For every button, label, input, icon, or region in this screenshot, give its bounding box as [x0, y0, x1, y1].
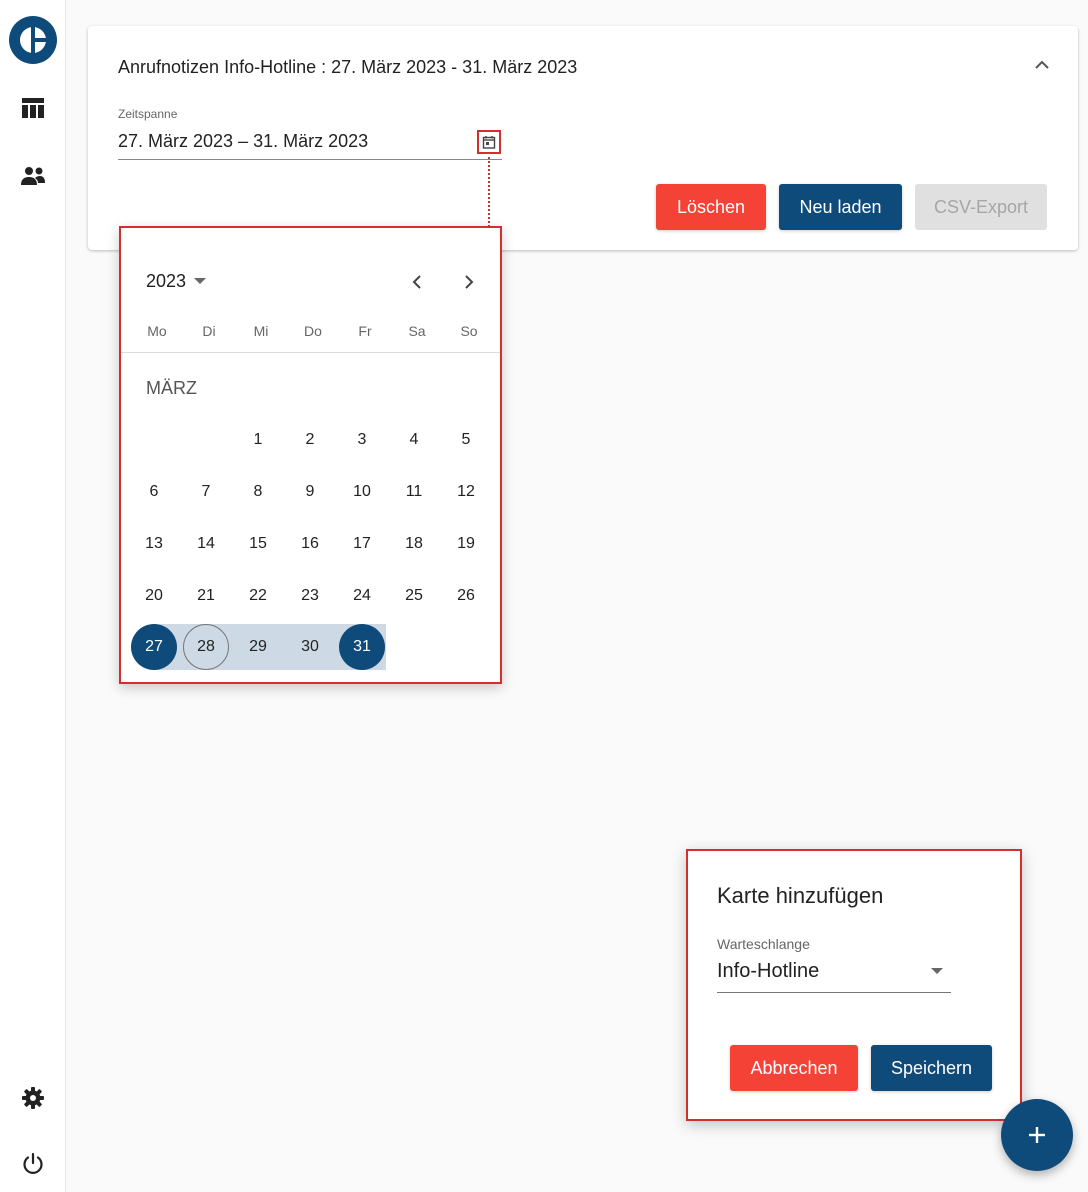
calendar-divider	[121, 352, 500, 353]
chevron-left-icon	[412, 275, 421, 289]
month-label: MÄRZ	[146, 378, 197, 398]
calendar-day[interactable]: 21	[183, 573, 229, 619]
calendar-day[interactable]: 6	[131, 469, 177, 515]
weekday-label: Mo	[147, 323, 167, 339]
calendar-day[interactable]: 8	[235, 469, 281, 515]
calendar-day[interactable]: 18	[391, 521, 437, 567]
callout-connector	[488, 157, 490, 227]
weekday-label: Sa	[408, 323, 426, 339]
card-title: Anrufnotizen Info-Hotline : 27. März 202…	[118, 57, 578, 77]
year-label: 2023	[146, 271, 187, 291]
weekday-label: Do	[304, 323, 322, 339]
queue-select-underline	[717, 992, 951, 993]
chevron-up-icon	[1035, 60, 1049, 69]
calendar-day-range-start[interactable]: 27	[131, 624, 177, 670]
calendar-day[interactable]: 16	[287, 521, 333, 567]
calendar-day[interactable]: 13	[131, 521, 177, 567]
calendar-day[interactable]: 4	[391, 417, 437, 463]
calendar-day[interactable]: 10	[339, 469, 385, 515]
calendar-day[interactable]: 30	[287, 624, 333, 670]
save-button[interactable]: Speichern	[871, 1045, 992, 1091]
calendar-day[interactable]: 14	[183, 521, 229, 567]
dialog-title: Karte hinzufügen	[717, 883, 884, 908]
logo-icon	[20, 27, 46, 53]
users-icon	[21, 167, 45, 185]
weekday-label: Fr	[358, 323, 372, 339]
calendar-day[interactable]: 11	[391, 469, 437, 515]
calendar-day-range-end[interactable]: 31	[339, 624, 385, 670]
sidebar	[0, 0, 66, 1192]
date-range-underline	[118, 159, 502, 160]
weekday-label: So	[460, 323, 478, 339]
power-icon	[23, 1152, 43, 1174]
csv-export-button: CSV-Export	[915, 184, 1047, 230]
reload-button[interactable]: Neu laden	[779, 184, 902, 230]
sidebar-item-settings[interactable]	[13, 1078, 53, 1118]
calendar-day[interactable]: 19	[443, 521, 489, 567]
calendar-day[interactable]: 1	[235, 417, 281, 463]
sidebar-item-logout[interactable]	[13, 1144, 53, 1184]
calendar-day[interactable]: 7	[183, 469, 229, 515]
calendar-day[interactable]: 17	[339, 521, 385, 567]
weekday-label: Mi	[253, 323, 269, 339]
calendar-day[interactable]: 23	[287, 573, 333, 619]
call-notes-card: Anrufnotizen Info-Hotline : 27. März 202…	[88, 26, 1078, 250]
calendar-day[interactable]: 2	[287, 417, 333, 463]
collapse-button[interactable]	[1030, 52, 1054, 76]
date-range-input[interactable]: 27. März 2023 – 31. März 2023	[118, 131, 368, 152]
caret-down-icon	[194, 278, 207, 284]
weekday-label: Di	[202, 323, 216, 339]
add-card-dialog: Karte hinzufügen Warteschlange Info-Hotl…	[686, 849, 1022, 1121]
calendar-day[interactable]: 26	[443, 573, 489, 619]
app-logo[interactable]	[9, 16, 57, 64]
plus-icon	[1029, 1127, 1045, 1143]
date-range-picker: 2023 Mo Di Mi Do Fr Sa So MÄRZ 1 2 3 4 5…	[119, 226, 502, 684]
calendar-day[interactable]: 20	[131, 573, 177, 619]
cancel-button[interactable]: Abbrechen	[730, 1045, 858, 1091]
calendar-day[interactable]: 3	[339, 417, 385, 463]
calendar-day[interactable]: 15	[235, 521, 281, 567]
dropdown-arrow-icon[interactable]	[931, 968, 943, 974]
queue-select-label: Warteschlange	[717, 936, 810, 952]
queue-select[interactable]: Info-Hotline	[717, 960, 819, 983]
next-month-button[interactable]	[455, 268, 483, 296]
calendar-day[interactable]: 25	[391, 573, 437, 619]
date-range-label: Zeitspanne	[118, 107, 178, 121]
calendar-day[interactable]: 22	[235, 573, 281, 619]
calendar-day[interactable]: 5	[443, 417, 489, 463]
calendar-icon	[482, 136, 496, 149]
prev-month-button[interactable]	[403, 268, 431, 296]
add-card-fab[interactable]	[1001, 1099, 1073, 1171]
calendar-day[interactable]: 24	[339, 573, 385, 619]
calendar-day[interactable]: 29	[235, 624, 281, 670]
calendar-day-today[interactable]: 28	[183, 624, 229, 670]
weekday-header: Mo Di Mi Do Fr Sa So	[131, 323, 493, 339]
calendar-toggle-button[interactable]	[477, 130, 501, 154]
sidebar-item-users[interactable]	[13, 156, 53, 196]
calendar-day[interactable]: 12	[443, 469, 489, 515]
chevron-right-icon	[465, 275, 474, 289]
gear-icon	[22, 1087, 44, 1109]
calendar-day[interactable]: 9	[287, 469, 333, 515]
table-icon	[22, 98, 44, 118]
year-selector[interactable]: 2023	[146, 271, 207, 292]
sidebar-item-table[interactable]	[13, 88, 53, 128]
delete-button[interactable]: Löschen	[656, 184, 766, 230]
